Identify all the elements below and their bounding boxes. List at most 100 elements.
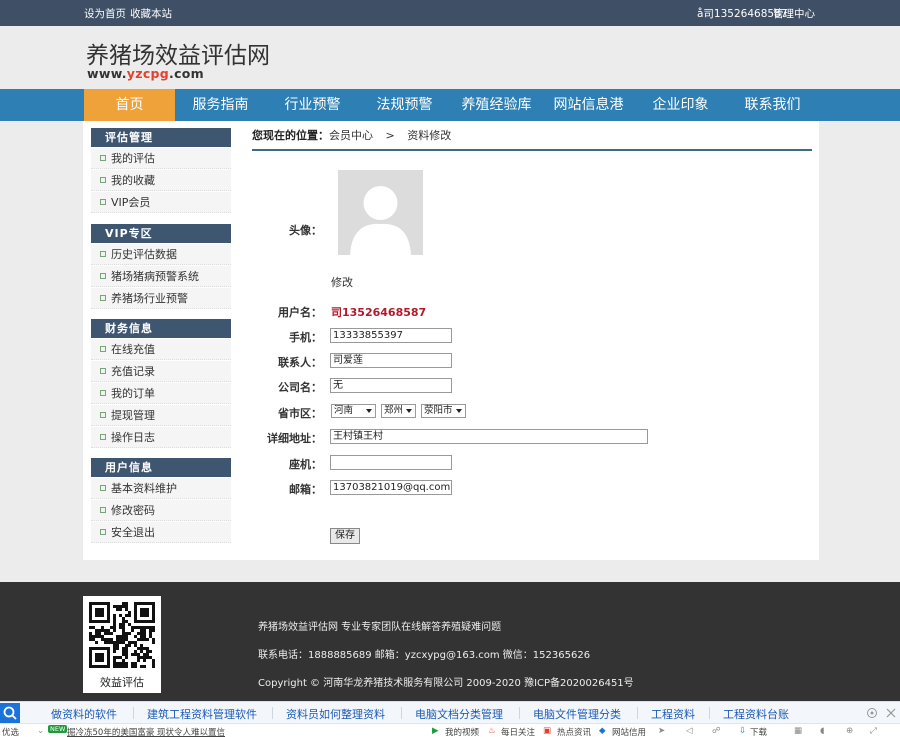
sidebar-item-profile[interactable]: 基本资料维护 bbox=[91, 478, 231, 499]
status-item-download[interactable]: 下载 bbox=[750, 726, 767, 737]
close-icon[interactable] bbox=[886, 708, 896, 718]
bullet-icon bbox=[100, 507, 106, 513]
landline-label: 座机： bbox=[289, 458, 322, 471]
email-input[interactable]: 13703821019@qq.com bbox=[330, 480, 452, 495]
bullet-icon bbox=[100, 529, 106, 535]
save-button[interactable]: 保存 bbox=[330, 528, 360, 544]
district-select[interactable]: 荥阳市 bbox=[421, 404, 466, 418]
news-icon: ▣ bbox=[543, 726, 552, 736]
chevron-down-icon: ⌄ bbox=[37, 726, 45, 736]
email-label: 邮箱： bbox=[289, 483, 322, 496]
suggestion-link[interactable]: 工程资料台账 bbox=[723, 706, 789, 722]
settings-icon[interactable] bbox=[866, 707, 878, 719]
avatar bbox=[338, 170, 423, 255]
speaker-icon[interactable]: ◁ bbox=[686, 726, 693, 736]
address-input[interactable]: 王村镇王村 bbox=[330, 429, 648, 444]
status-item-site-credit[interactable]: 网站信用 bbox=[612, 726, 646, 737]
status-item-my-videos[interactable]: 我的视频 bbox=[445, 726, 479, 737]
divider bbox=[401, 707, 402, 719]
sidebar-title-user-info: 用户信息 bbox=[91, 458, 231, 477]
sound-icon[interactable]: ◖ bbox=[820, 726, 824, 736]
bullet-icon bbox=[100, 346, 106, 352]
sidebar-item-label: 我的评估 bbox=[111, 152, 155, 165]
divider bbox=[519, 707, 520, 719]
sidebar-item-disease-warning[interactable]: 猪场猪病预警系统 bbox=[91, 266, 231, 287]
footer-contact: 联系电话：1888885689 邮箱：yzcxypg@163.com 微信：15… bbox=[258, 650, 591, 661]
landline-input[interactable] bbox=[330, 455, 452, 470]
suggestion-link[interactable]: 电脑文件管理分类 bbox=[533, 706, 621, 722]
fullscreen-icon[interactable]: ⤢ bbox=[870, 726, 877, 736]
bullet-icon bbox=[100, 485, 106, 491]
province-select[interactable]: 河南 bbox=[331, 404, 376, 418]
image-icon[interactable]: ▦ bbox=[794, 726, 802, 736]
avatar-label: 头像： bbox=[289, 224, 322, 237]
chevron-down-icon bbox=[366, 409, 372, 413]
sidebar-item-logout[interactable]: 安全退出 bbox=[91, 522, 231, 543]
search-icon[interactable] bbox=[0, 703, 20, 723]
suggestion-link[interactable]: 工程资料 bbox=[651, 706, 695, 722]
city-select[interactable]: 郑州 bbox=[381, 404, 416, 418]
nav-company-impression[interactable]: 企业印象 bbox=[635, 89, 726, 121]
breadcrumb: 您现在的位置：会员中心 > 资料修改 bbox=[252, 127, 451, 143]
bookmark-link[interactable]: 收藏本站 bbox=[130, 6, 172, 21]
set-homepage-link[interactable]: 设为首页 bbox=[84, 6, 126, 21]
sidebar-item-recharge-records[interactable]: 充值记录 bbox=[91, 361, 231, 382]
sidebar-item-my-favorites[interactable]: 我的收藏 bbox=[91, 170, 231, 191]
status-item-hot-news[interactable]: 热点资讯 bbox=[557, 726, 591, 737]
nav-info-port[interactable]: 网站信息港 bbox=[543, 89, 634, 121]
admin-center-link[interactable]: 管理中心 bbox=[773, 6, 815, 21]
top-bar: 设为首页 收藏本站 å司13526468587 管理中心 bbox=[0, 0, 900, 26]
sidebar-item-industry-warning[interactable]: 养猪场行业预警 bbox=[91, 288, 231, 309]
sidebar-item-my-orders[interactable]: 我的订单 bbox=[91, 383, 231, 404]
phone-input[interactable]: 13333855397 bbox=[330, 328, 452, 343]
sidebar-item-label: 我的收藏 bbox=[111, 174, 155, 187]
bullet-icon bbox=[100, 273, 106, 279]
shield-icon: ◆ bbox=[599, 726, 606, 736]
url-suffix: .com bbox=[169, 66, 205, 81]
province-value: 河南 bbox=[334, 405, 354, 416]
nav-regulation-warning[interactable]: 法规预警 bbox=[359, 89, 450, 121]
company-label: 公司名： bbox=[278, 381, 322, 394]
sidebar-title-assessment: 评估管理 bbox=[91, 128, 231, 147]
sidebar-item-my-assessment[interactable]: 我的评估 bbox=[91, 148, 231, 169]
chevron-down-icon bbox=[406, 409, 412, 413]
edit-avatar-link[interactable]: 修改 bbox=[331, 274, 353, 290]
suggestion-link[interactable]: 资料员如何整理资料 bbox=[286, 706, 385, 722]
sidebar-item-vip-member[interactable]: VIP会员 bbox=[91, 192, 231, 213]
rocket-icon[interactable]: ➤ bbox=[658, 726, 665, 736]
suggestion-link[interactable]: 电脑文档分类管理 bbox=[415, 706, 503, 722]
suggestion-link[interactable]: 建筑工程资料管理软件 bbox=[147, 706, 257, 722]
sidebar-item-label: 猪场猪病预警系统 bbox=[111, 270, 199, 283]
nav-industry-warning[interactable]: 行业预警 bbox=[267, 89, 358, 121]
browser-search-bar: 做资料的软件 建筑工程资料管理软件 资料员如何整理资料 电脑文档分类管理 电脑文… bbox=[0, 701, 900, 723]
sidebar-item-history-data[interactable]: 历史评估数据 bbox=[91, 244, 231, 265]
download-icon: ⇩ bbox=[739, 726, 747, 736]
sidebar-item-withdrawal[interactable]: 提现管理 bbox=[91, 405, 231, 426]
news-ticker-link[interactable]: 掘冷冻50年的美国富豪 现状令人难以置信 bbox=[67, 726, 225, 737]
nav-experience-library[interactable]: 养殖经验库 bbox=[451, 89, 542, 121]
main-nav: 首页 服务指南 行业预警 法规预警 养殖经验库 网站信息港 企业印象 联系我们 bbox=[0, 89, 900, 121]
breadcrumb-parent[interactable]: 会员中心 bbox=[329, 129, 373, 142]
status-item-daily-focus[interactable]: 每日关注 bbox=[501, 726, 535, 737]
nav-service-guide[interactable]: 服务指南 bbox=[175, 89, 266, 121]
site-logo-title[interactable]: 养猪场效益评估网 bbox=[86, 36, 270, 70]
site-logo-url[interactable]: www.yzcpg.com bbox=[87, 66, 204, 81]
city-value: 郑州 bbox=[384, 405, 404, 416]
bullet-icon bbox=[100, 434, 106, 440]
zoom-icon[interactable]: ⊕ bbox=[846, 726, 853, 736]
bullet-icon bbox=[100, 368, 106, 374]
sidebar-item-operation-log[interactable]: 操作日志 bbox=[91, 427, 231, 448]
share-icon[interactable]: ☍ bbox=[712, 726, 721, 736]
suggestion-link[interactable]: 做资料的软件 bbox=[51, 706, 117, 722]
phone-label: 手机： bbox=[289, 331, 322, 344]
bullet-icon bbox=[100, 155, 106, 161]
contact-input[interactable]: 司爱莲 bbox=[330, 353, 452, 368]
footer-copyright: Copyright © 河南华龙养猪技术服务有限公司 2009-2020 豫IC… bbox=[258, 678, 634, 689]
company-input[interactable]: 无 bbox=[330, 378, 452, 393]
divider bbox=[709, 707, 710, 719]
nav-contact-us[interactable]: 联系我们 bbox=[727, 89, 818, 121]
sidebar-item-change-password[interactable]: 修改密码 bbox=[91, 500, 231, 521]
sidebar-item-recharge[interactable]: 在线充值 bbox=[91, 339, 231, 360]
video-icon: ▶ bbox=[432, 726, 439, 736]
nav-home[interactable]: 首页 bbox=[84, 89, 175, 121]
